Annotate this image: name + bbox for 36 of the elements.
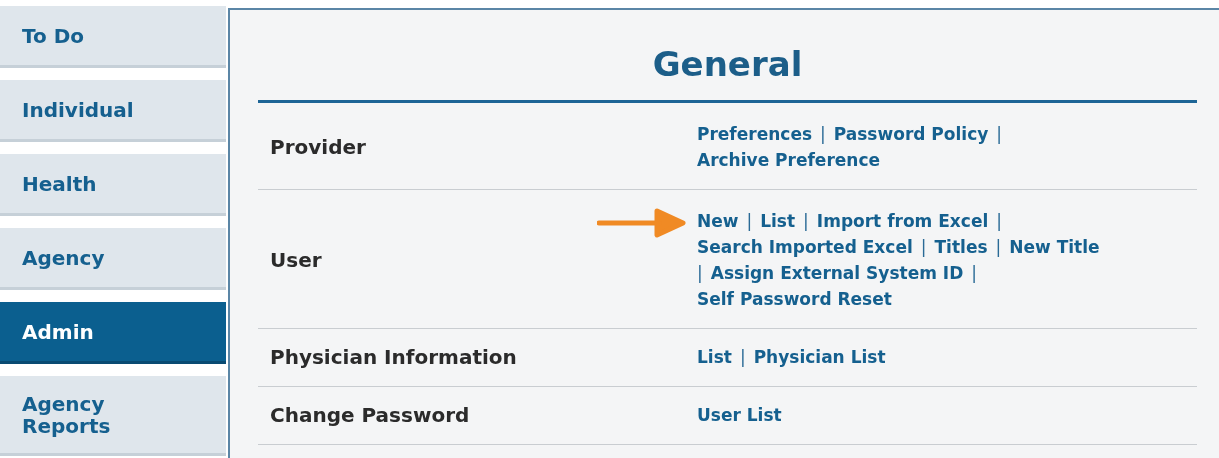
sidebar-tab[interactable]: Health bbox=[0, 154, 226, 216]
section-title: General bbox=[651, 43, 804, 86]
row-label: Provider bbox=[269, 135, 367, 159]
link[interactable]: Self Password Reset bbox=[697, 286, 892, 312]
row-label: Change Password bbox=[269, 403, 471, 427]
link[interactable]: List bbox=[760, 208, 796, 234]
link[interactable]: List bbox=[697, 344, 732, 370]
separator: | bbox=[803, 210, 809, 233]
link[interactable]: Titles bbox=[934, 234, 988, 260]
link[interactable]: Search Imported Excel bbox=[697, 234, 913, 260]
row-label: User bbox=[269, 248, 323, 272]
separator: | bbox=[820, 123, 826, 146]
link[interactable]: Import from Excel bbox=[816, 208, 989, 234]
link[interactable]: User List bbox=[697, 402, 782, 428]
row-label: Physician Information bbox=[269, 345, 518, 369]
separator: | bbox=[739, 346, 746, 369]
separator: | bbox=[971, 262, 977, 285]
separator: | bbox=[697, 262, 703, 285]
separator: | bbox=[920, 236, 927, 259]
link[interactable]: Assign External System ID bbox=[710, 260, 964, 286]
link[interactable]: Password Policy bbox=[833, 121, 989, 147]
link[interactable]: Preferences bbox=[697, 121, 813, 147]
sidebar-tab[interactable]: Individual bbox=[0, 80, 226, 142]
separator: | bbox=[746, 210, 753, 233]
arrow-icon bbox=[597, 208, 687, 238]
sidebar-tab[interactable]: Agency Reports bbox=[0, 376, 226, 456]
link[interactable]: Archive Preference bbox=[697, 147, 880, 173]
separator: | bbox=[996, 123, 1003, 146]
link[interactable]: New Title bbox=[1009, 234, 1100, 260]
link[interactable]: New bbox=[697, 208, 739, 234]
link[interactable]: Physician List bbox=[753, 344, 886, 370]
sidebar-tab[interactable]: To Do bbox=[0, 6, 226, 68]
sidebar-tab[interactable]: Admin bbox=[0, 302, 226, 364]
separator: | bbox=[995, 236, 1002, 259]
separator: | bbox=[996, 210, 1002, 233]
sidebar-tab[interactable]: Agency bbox=[0, 228, 226, 290]
